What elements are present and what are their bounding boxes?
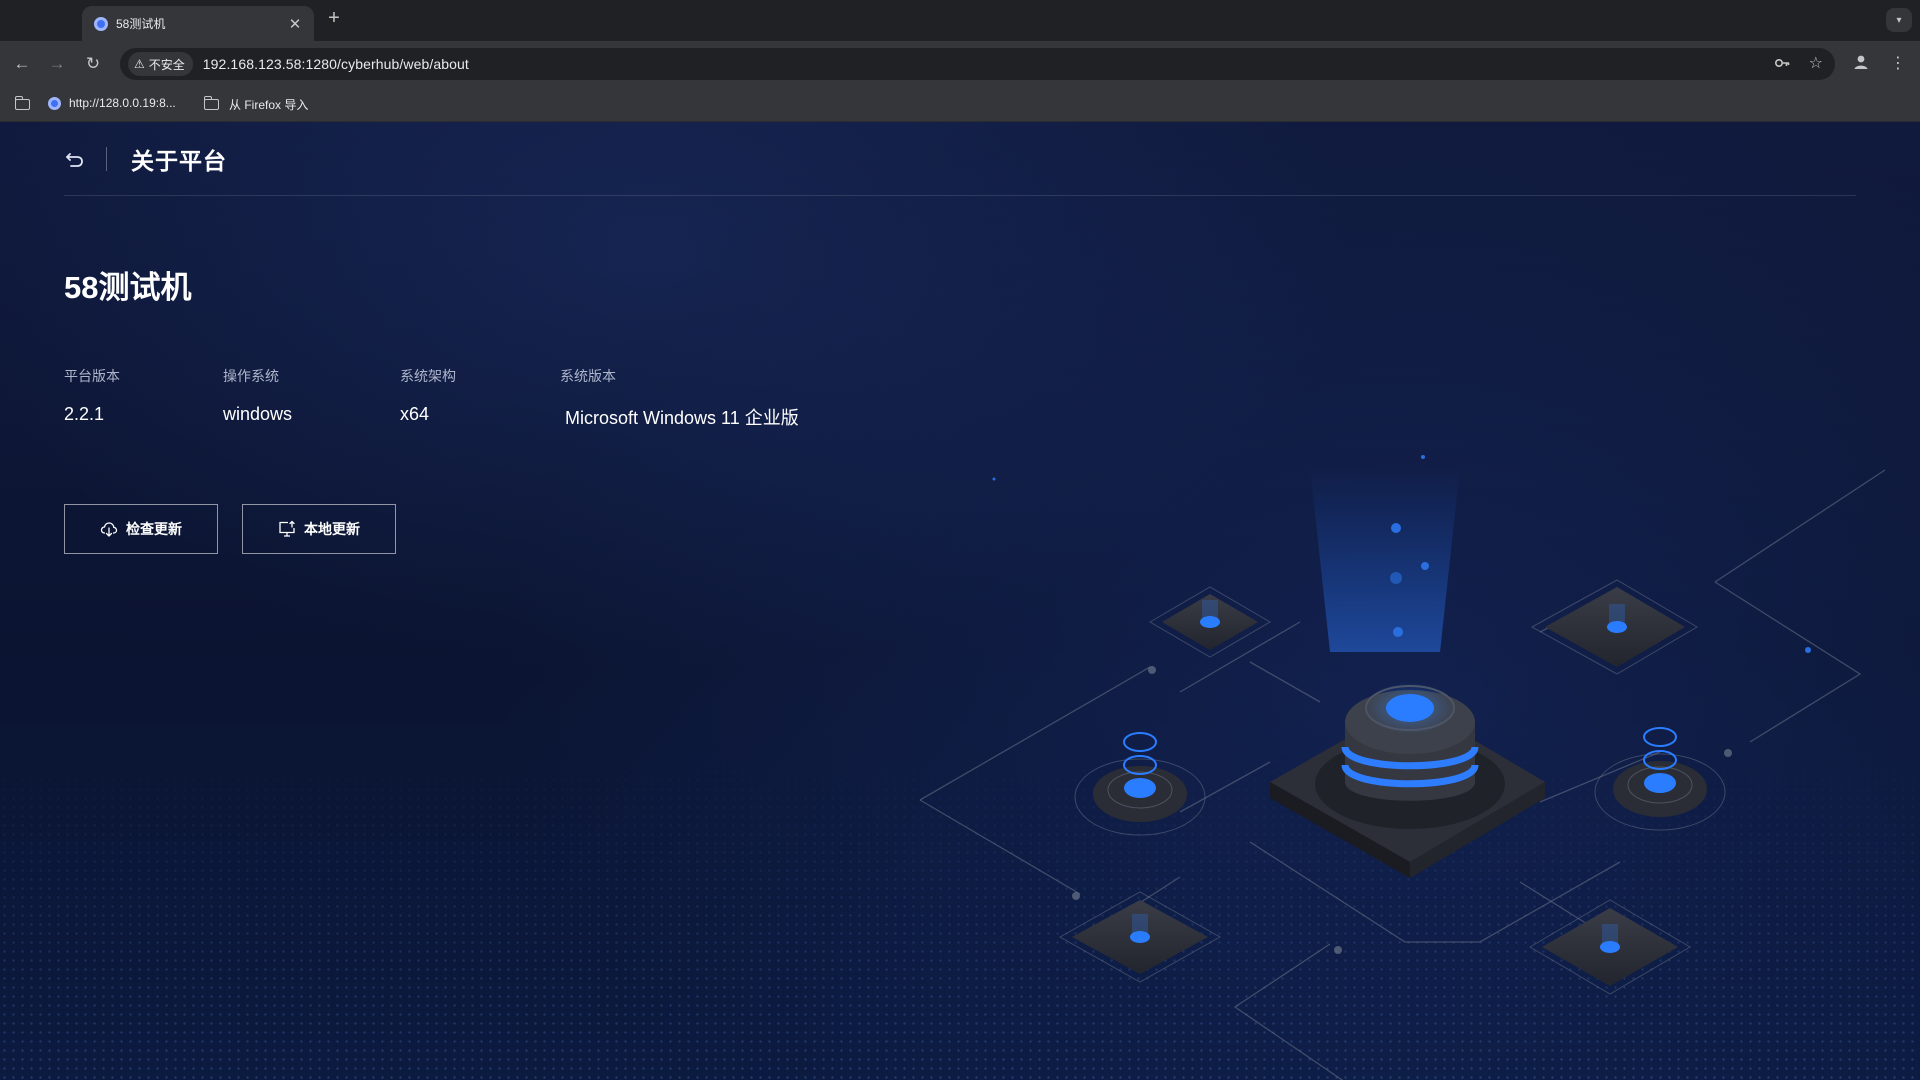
header-divider (106, 146, 107, 171)
bookmark-folder-firefox[interactable]: 从 Firefox 导入 (203, 96, 309, 113)
bookmark-label: 从 Firefox 导入 (229, 98, 309, 112)
info-label: 系统版本 (560, 368, 616, 384)
back-arrow-icon[interactable]: ← (11, 54, 33, 74)
monitor-upload-icon (279, 520, 295, 537)
bookmark-star-icon[interactable]: ☆ (1809, 54, 1823, 74)
browser-menu-icon[interactable]: ⋮ (1886, 53, 1910, 75)
bookmark-label: http://128.0.0.19:8... (69, 96, 176, 110)
reload-icon[interactable]: ↻ (82, 54, 104, 74)
database-node-left-icon (1074, 732, 1206, 836)
local-update-label: 本地更新 (304, 521, 360, 537)
device-name: 58测试机 (64, 270, 192, 305)
forward-arrow-icon[interactable]: → (46, 54, 68, 74)
warning-triangle-icon: ⚠ (134, 57, 145, 71)
tab-search-chevron-icon[interactable]: ▾ (1886, 8, 1912, 32)
bookmarks-bar: http://128.0.0.19:8... 从 Firefox 导入 (0, 87, 1920, 122)
info-label: 平台版本 (64, 368, 120, 384)
node-bottom-right-icon (1529, 899, 1691, 995)
check-update-button[interactable]: 检查更新 (64, 504, 218, 554)
info-value: 2.2.1 (64, 404, 105, 424)
site-favicon-icon (94, 16, 108, 31)
address-bar[interactable]: ⚠ 不安全 192.168.123.58:1280/cyberhub/web/a… (120, 48, 1835, 80)
network-server-illustration (919, 455, 1886, 1080)
close-tab-icon[interactable]: ✕ (286, 15, 304, 33)
url-text[interactable]: 192.168.123.58:1280/cyberhub/web/about (203, 56, 469, 72)
node-top-right-icon (1530, 579, 1698, 675)
info-label: 操作系统 (223, 368, 279, 384)
local-update-button[interactable]: 本地更新 (242, 504, 396, 554)
info-system-architecture: 系统架构 x64 (400, 366, 456, 425)
info-value: windows (223, 404, 293, 424)
security-label: 不安全 (148, 57, 185, 72)
bookmarks-folder-icon[interactable] (14, 96, 30, 110)
page-header: 关于平台 (64, 122, 1856, 196)
tab-title: 58测试机 (116, 17, 166, 31)
info-value: Microsoft Windows 11 企业版 (565, 408, 799, 428)
check-update-label: 检查更新 (126, 521, 182, 537)
node-bottom-left-icon (1058, 891, 1222, 983)
browser-tab[interactable]: 58测试机 ✕ (82, 6, 314, 41)
profile-avatar-icon[interactable] (1849, 53, 1873, 78)
info-platform-version: 平台版本 2.2.1 (64, 366, 120, 425)
browser-toolbar: ← → ↻ ⚠ 不安全 192.168.123.58:1280/cyberhub… (0, 41, 1920, 87)
cloud-download-icon (100, 522, 118, 537)
security-indicator[interactable]: ⚠ 不安全 (128, 52, 193, 76)
password-key-icon[interactable] (1773, 54, 1791, 78)
database-node-right-icon (1594, 727, 1726, 831)
info-system-version: 系统版本 Microsoft Windows 11 企业版 (560, 366, 799, 430)
central-server-icon (1270, 467, 1545, 878)
bookmark-item[interactable]: http://128.0.0.19:8... (48, 96, 176, 110)
site-favicon-icon (48, 96, 61, 110)
new-tab-plus-icon[interactable]: + (322, 7, 346, 30)
browser-tab-strip: 58测试机 ✕ + ▾ (0, 0, 1920, 41)
info-label: 系统架构 (400, 368, 456, 384)
info-operating-system: 操作系统 windows (223, 366, 292, 425)
node-top-left-icon (1149, 586, 1271, 658)
page-title: 关于平台 (131, 147, 227, 174)
folder-icon (203, 96, 219, 110)
back-return-icon[interactable] (64, 148, 86, 170)
about-page: 关于平台 58测试机 平台版本 2.2.1 操作系统 windows 系统架构 … (0, 122, 1920, 1080)
info-value: x64 (400, 404, 430, 424)
